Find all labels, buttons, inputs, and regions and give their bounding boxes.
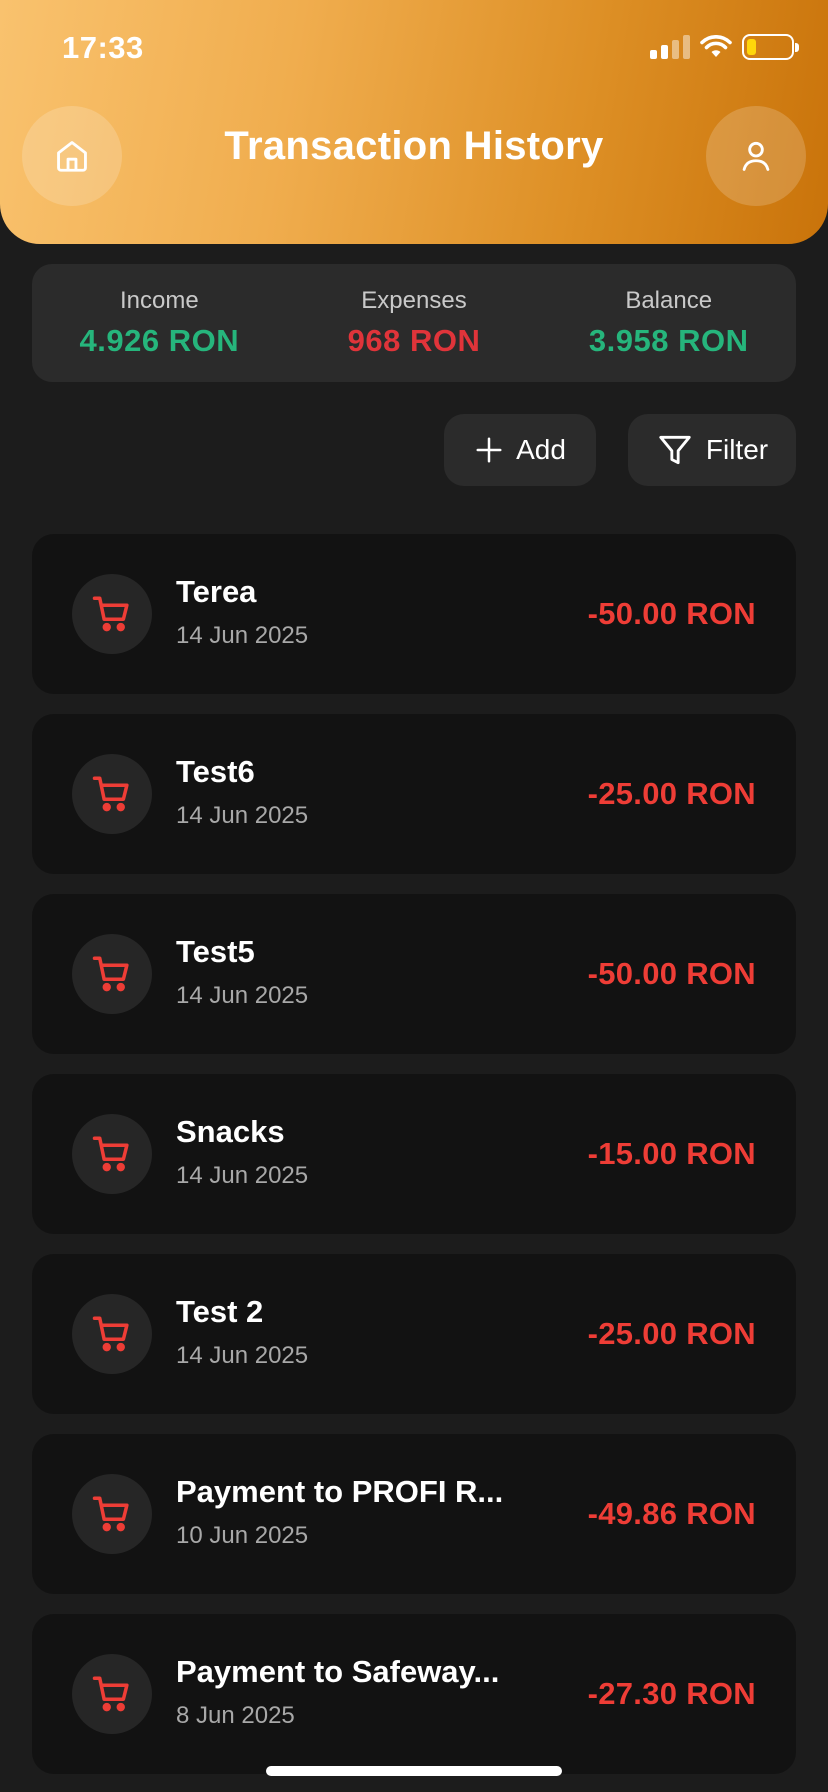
header: 17:33 Transaction History (0, 0, 828, 244)
transaction-name: Terea (176, 574, 257, 609)
plus-icon (476, 437, 502, 463)
transaction-icon-container (72, 1474, 152, 1554)
transaction-icon-container (72, 934, 152, 1014)
balance-value: 3.958 RON (588, 323, 749, 358)
shopping-cart-icon (92, 1136, 129, 1172)
balance-summary: Balance 3.958 RON (541, 264, 796, 382)
shopping-cart-icon (92, 776, 129, 812)
status-icons (650, 34, 799, 60)
home-indicator[interactable] (266, 1766, 562, 1776)
transaction-date: 14 Jun 2025 (176, 622, 309, 649)
shopping-cart-icon (92, 1316, 129, 1352)
filter-icon (659, 435, 691, 465)
summary-card: Income 4.926 RON Expenses 968 RON Balanc… (32, 264, 796, 382)
shopping-cart-icon (92, 1676, 129, 1712)
transaction-date: 14 Jun 2025 (176, 1162, 309, 1189)
transaction-amount: -15.00 RON (587, 1136, 756, 1171)
balance-label: Balance (625, 287, 713, 314)
add-button-label: Add (516, 434, 566, 465)
transaction-name: Test 2 (176, 1294, 264, 1329)
transaction-icon-container (72, 574, 152, 654)
shopping-cart-icon (92, 956, 129, 992)
transaction-amount: -50.00 RON (587, 596, 756, 631)
transaction-date: 14 Jun 2025 (176, 982, 309, 1009)
expenses-label: Expenses (361, 287, 467, 314)
transaction-amount: -27.30 RON (587, 1676, 756, 1711)
wifi-icon (700, 35, 732, 57)
transaction-row[interactable]: Test6 14 Jun 2025 -25.00 RON (32, 714, 796, 874)
transaction-name: Snacks (176, 1114, 285, 1149)
page-title: Transaction History (224, 124, 604, 168)
transaction-row[interactable]: Terea 14 Jun 2025 -50.00 RON (32, 534, 796, 694)
transaction-icon-container (72, 1654, 152, 1734)
transaction-name: Payment to PROFI R... (176, 1474, 504, 1509)
shopping-cart-icon (92, 1496, 129, 1532)
shopping-cart-icon (92, 596, 129, 632)
income-label: Income (119, 287, 199, 314)
income-value: 4.926 RON (79, 323, 240, 358)
transaction-row[interactable]: Test5 14 Jun 2025 -50.00 RON (32, 894, 796, 1054)
user-icon (742, 141, 770, 171)
transaction-icon-container (72, 1114, 152, 1194)
transaction-date: 8 Jun 2025 (176, 1702, 295, 1729)
transaction-amount: -25.00 RON (587, 1316, 756, 1351)
transaction-row[interactable]: Payment to Safeway... 8 Jun 2025 -27.30 … (32, 1614, 796, 1774)
status-time: 17:33 (62, 30, 144, 65)
transaction-row[interactable]: Test 2 14 Jun 2025 -25.00 RON (32, 1254, 796, 1414)
filter-button[interactable]: Filter (628, 414, 796, 486)
transaction-amount: -25.00 RON (587, 776, 756, 811)
profile-button[interactable] (706, 106, 806, 206)
filter-button-label: Filter (705, 434, 769, 465)
transaction-date: 14 Jun 2025 (176, 802, 309, 829)
transaction-icon-container (72, 1294, 152, 1374)
battery-icon (742, 34, 799, 60)
transaction-name: Test6 (176, 754, 255, 789)
transaction-amount: -50.00 RON (587, 956, 756, 991)
add-button[interactable]: Add (444, 414, 596, 486)
expenses-value: 968 RON (347, 323, 481, 358)
transaction-name: Test5 (176, 934, 255, 969)
income-summary: Income 4.926 RON (32, 264, 287, 382)
transaction-date: 10 Jun 2025 (176, 1522, 309, 1549)
transaction-row[interactable]: Snacks 14 Jun 2025 -15.00 RON (32, 1074, 796, 1234)
transaction-amount: -49.86 RON (587, 1496, 756, 1531)
transaction-row[interactable]: Payment to PROFI R... 10 Jun 2025 -49.86… (32, 1434, 796, 1594)
transaction-date: 14 Jun 2025 (176, 1342, 309, 1369)
cellular-signal-icon (650, 35, 690, 59)
transaction-icon-container (72, 754, 152, 834)
expenses-summary: Expenses 968 RON (287, 264, 542, 382)
transaction-list: Terea 14 Jun 2025 -50.00 RON Test6 14 Ju… (32, 534, 796, 1792)
transaction-name: Payment to Safeway... (176, 1654, 500, 1689)
